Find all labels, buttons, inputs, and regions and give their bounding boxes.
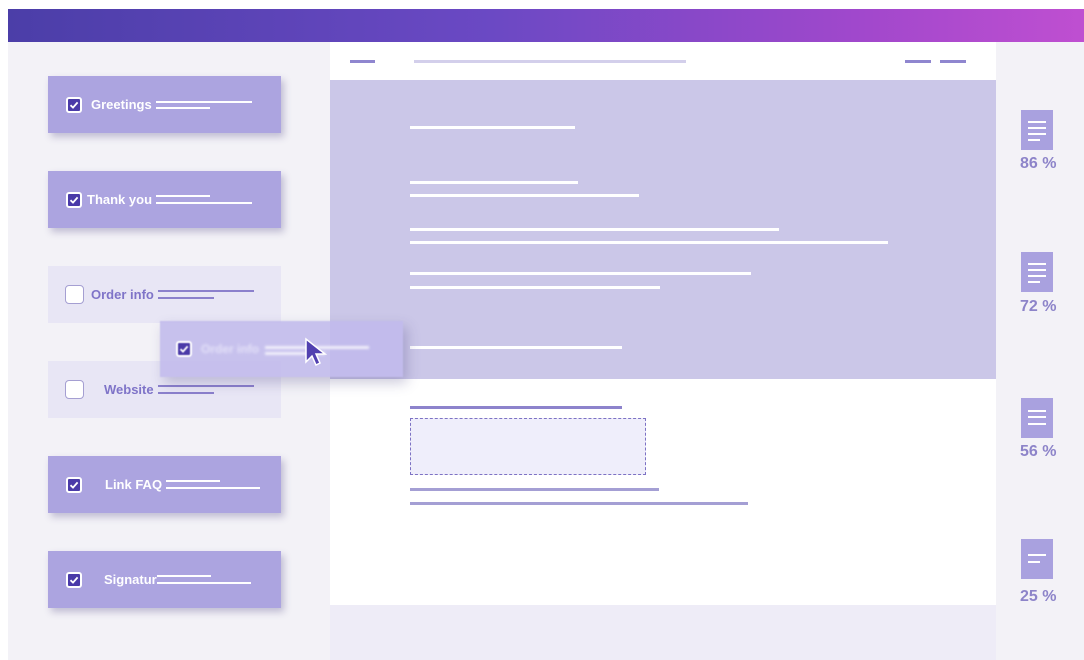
score-value: 25 % <box>1020 588 1057 605</box>
score-item: 86 % <box>1020 110 1080 172</box>
block-label: Link FAQ <box>105 477 163 492</box>
dragged-block-label: Order info <box>201 342 260 356</box>
document-icon <box>1021 398 1053 438</box>
score-value: 86 % <box>1020 155 1057 172</box>
checkbox-checked-icon[interactable] <box>66 476 82 493</box>
document-icon <box>1021 539 1053 579</box>
drop-zone[interactable] <box>410 418 646 475</box>
checkbox-checked-icon[interactable] <box>66 191 82 208</box>
checkbox-checked-icon[interactable] <box>66 96 82 113</box>
text-line <box>410 228 779 231</box>
block-order-info[interactable]: Order info <box>48 266 281 323</box>
text-placeholder-lines <box>157 289 258 301</box>
text-line <box>410 272 751 275</box>
block-label: Order info <box>91 287 154 302</box>
text-placeholder-lines <box>155 99 256 111</box>
document-icon <box>1021 110 1053 150</box>
text-line <box>410 502 748 505</box>
block-label: Website <box>104 382 154 397</box>
text-line <box>410 286 660 289</box>
text-line <box>410 126 575 129</box>
app-window: Greetings Thank you Order info Website L… <box>8 9 1084 660</box>
score-value: 56 % <box>1020 443 1057 460</box>
email-preview <box>330 42 996 605</box>
text-line <box>410 488 659 491</box>
text-line <box>410 346 622 349</box>
text-line <box>410 194 639 197</box>
block-thank-you[interactable]: Thank you <box>48 171 281 228</box>
block-label: Greetings <box>91 97 152 112</box>
block-link-faq[interactable]: Link FAQ <box>48 456 281 513</box>
text-line <box>410 181 578 184</box>
checkbox-unchecked-icon[interactable] <box>65 285 84 304</box>
top-gradient-bar <box>8 9 1084 42</box>
score-item: 72 % <box>1020 252 1080 315</box>
mouse-cursor-icon <box>305 337 328 367</box>
dragged-block[interactable]: Order info <box>160 321 403 377</box>
menu-dash-icon <box>350 60 375 63</box>
email-footer <box>330 605 996 660</box>
score-value: 72 % <box>1020 298 1057 315</box>
text-placeholder-lines <box>156 574 257 586</box>
checkbox-unchecked-icon[interactable] <box>65 380 84 399</box>
email-body <box>330 80 996 379</box>
email-header <box>330 42 996 80</box>
text-line <box>410 406 622 409</box>
block-greetings[interactable]: Greetings <box>48 76 281 133</box>
text-line <box>410 241 888 244</box>
block-label: Signatur <box>104 572 157 587</box>
checkbox-checked-icon[interactable] <box>66 571 82 588</box>
header-action-icon[interactable] <box>905 60 931 63</box>
score-item: 56 % <box>1020 398 1080 460</box>
text-placeholder-lines <box>157 384 258 396</box>
score-item: 25 % <box>1020 539 1080 605</box>
block-signatur[interactable]: Signatur <box>48 551 281 608</box>
document-icon <box>1021 252 1053 292</box>
block-label: Thank you <box>87 192 153 207</box>
checkbox-checked-icon <box>176 341 192 357</box>
subject-placeholder-line <box>414 60 686 63</box>
text-placeholder-lines <box>156 194 256 206</box>
header-action-icon[interactable] <box>940 60 966 63</box>
text-placeholder-lines <box>166 479 266 491</box>
